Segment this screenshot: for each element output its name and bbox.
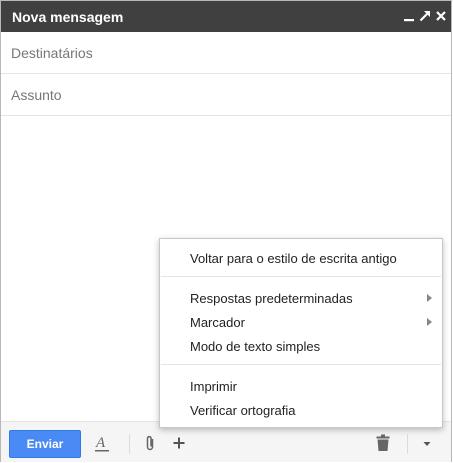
compose-titlebar[interactable]: Nova mensagem [1,1,451,32]
paperclip-icon[interactable] [144,434,156,452]
chevron-down-icon [423,442,431,446]
compose-window: Nova mensagem Enviar A [0,0,452,462]
submenu-arrow-icon [427,318,432,326]
minimize-icon[interactable] [402,9,416,23]
menu-item-spellcheck[interactable]: Verificar ortografia [160,399,442,421]
toolbar-divider [129,434,130,454]
menu-item-label: Marcador [190,315,245,330]
menu-item-label: Modo de texto simples [190,339,321,354]
submenu-arrow-icon [427,294,432,302]
menu-item-label: Respostas predeterminadas [190,291,353,306]
menu-item-label-tag[interactable]: Marcador [160,311,442,333]
menu-divider [161,364,441,365]
svg-text:A: A [95,435,106,451]
menu-item-plain-text[interactable]: Modo de texto simples [160,335,442,357]
trash-icon[interactable] [376,434,390,452]
compose-title: Nova mensagem [12,9,124,25]
expand-icon[interactable] [418,9,432,23]
recipients-field [1,32,451,74]
close-icon[interactable] [434,9,448,23]
menu-divider [161,276,441,277]
subject-input[interactable] [11,84,441,106]
toolbar-divider [407,434,408,454]
menu-item-canned-responses[interactable]: Respostas predeterminadas [160,287,442,309]
menu-item-print[interactable]: Imprimir [160,375,442,397]
send-button[interactable]: Enviar [9,430,81,458]
subject-field [1,74,451,116]
menu-item-label: Voltar para o estilo de escrita antigo [190,251,397,266]
recipients-input[interactable] [11,42,441,64]
more-options-menu: Voltar para o estilo de escrita antigo R… [159,238,443,428]
more-options-button[interactable] [410,430,444,458]
text-formatting-icon[interactable]: A [95,434,109,452]
menu-item-label: Imprimir [190,379,237,394]
plus-icon[interactable] [172,436,186,450]
menu-item-label: Verificar ortografia [190,403,296,418]
menu-item-old-compose[interactable]: Voltar para o estilo de escrita antigo [160,247,442,269]
